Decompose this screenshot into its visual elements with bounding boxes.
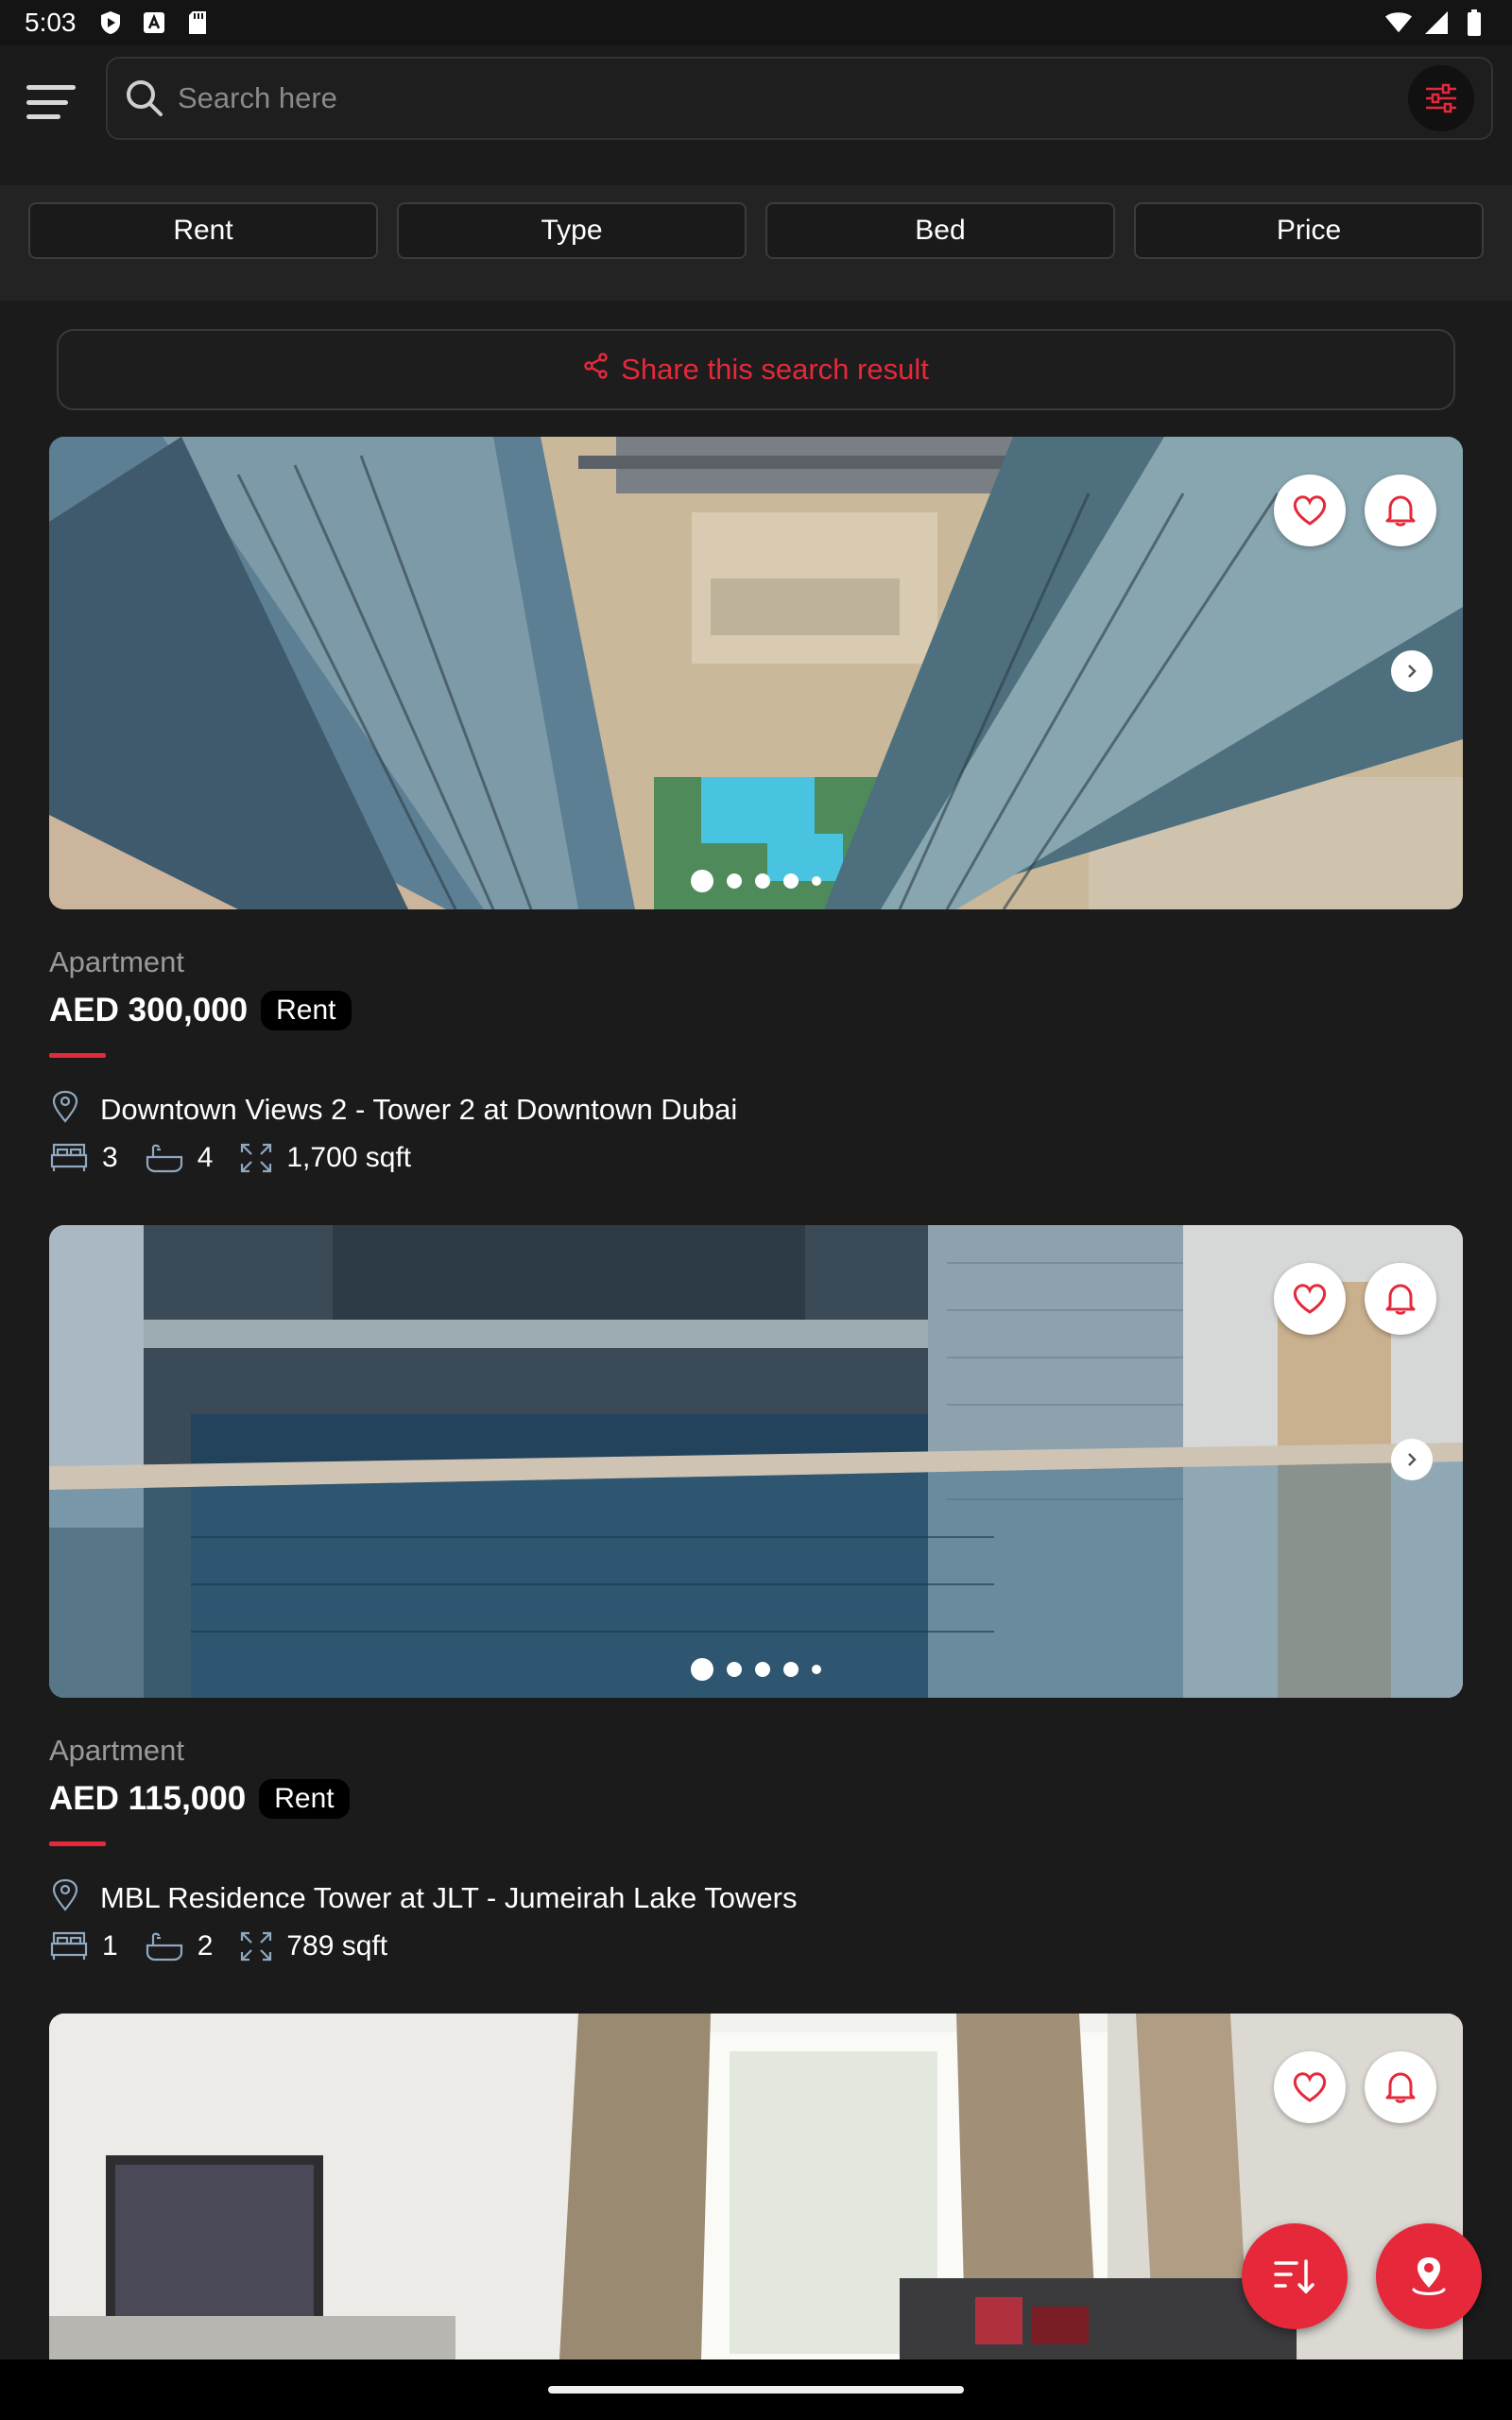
listing-card[interactable]: Apartment AED 115,000 Rent MBL Residence… <box>49 1225 1463 1962</box>
bell-icon <box>1385 495 1416 527</box>
sd-card-icon <box>184 9 211 36</box>
notification-icons <box>97 9 211 36</box>
heart-icon <box>1293 2072 1327 2102</box>
listing-badge: Rent <box>261 991 352 1030</box>
listing-photo[interactable] <box>49 1225 1463 1698</box>
bed-count: 1 <box>102 1930 118 1962</box>
sort-button[interactable] <box>1242 2223 1348 2329</box>
heart-icon <box>1293 1284 1327 1314</box>
share-icon <box>583 353 610 387</box>
shield-play-icon <box>97 9 124 36</box>
balcony-view-photo <box>49 1225 1463 1698</box>
search-bar[interactable] <box>106 57 1493 140</box>
bath-count: 2 <box>197 1930 214 1962</box>
next-photo-button[interactable] <box>1391 1439 1433 1480</box>
listing-card[interactable] <box>49 2014 1463 2360</box>
system-nav-bar <box>0 2360 1512 2420</box>
area-size: 1,700 sqft <box>286 1142 412 1173</box>
share-label: Share this search result <box>621 353 929 386</box>
alert-button[interactable] <box>1365 1263 1436 1335</box>
favorite-button[interactable] <box>1274 2051 1346 2123</box>
filter-chip-bar: Rent Type Bed Price <box>0 185 1512 301</box>
filter-sliders-icon[interactable] <box>1408 65 1474 131</box>
area-icon <box>241 1931 272 1962</box>
listing-card[interactable]: Apartment AED 300,000 Rent Downtown View… <box>49 437 1463 1174</box>
listing-photo[interactable] <box>49 2014 1463 2360</box>
favorite-button[interactable] <box>1274 475 1346 546</box>
location-pin-icon <box>49 1090 81 1129</box>
listing-badge: Rent <box>259 1779 350 1819</box>
bath-count: 4 <box>197 1142 214 1173</box>
living-room-photo <box>49 2014 1463 2360</box>
bed-icon <box>50 1931 88 1960</box>
filter-chip-bed[interactable]: Bed <box>765 202 1115 259</box>
bath-icon <box>146 1144 182 1173</box>
divider <box>49 1053 106 1058</box>
bath-icon <box>146 1932 182 1962</box>
bed-icon <box>50 1143 88 1171</box>
next-photo-button[interactable] <box>1391 650 1433 692</box>
map-view-button[interactable] <box>1376 2223 1482 2329</box>
menu-icon[interactable] <box>26 79 79 125</box>
heart-icon <box>1293 495 1327 526</box>
search-icon <box>123 77 166 120</box>
sort-icon <box>1274 2259 1314 2294</box>
listing-address: Downtown Views 2 - Tower 2 at Downtown D… <box>100 1092 738 1126</box>
status-time: 5:03 <box>25 8 77 37</box>
status-bar: 5:03 <box>0 0 1512 45</box>
listing-price: AED 115,000 <box>49 1780 247 1817</box>
area-icon <box>241 1143 272 1173</box>
signal-icon <box>1423 9 1450 36</box>
tower-aerial-photo <box>49 437 1463 909</box>
photo-indicator <box>49 1658 1463 1681</box>
listing-address: MBL Residence Tower at JLT - Jumeirah La… <box>100 1880 798 1914</box>
photo-indicator <box>49 870 1463 892</box>
system-status-icons <box>1385 9 1487 36</box>
property-type: Apartment <box>49 1734 185 1767</box>
alert-button[interactable] <box>1365 475 1436 546</box>
chevron-right-icon <box>1408 1453 1417 1466</box>
filter-chip-type[interactable]: Type <box>397 202 747 259</box>
location-pin-icon <box>49 1878 81 1917</box>
app-header <box>0 45 1512 185</box>
listing-price: AED 300,000 <box>49 992 249 1028</box>
area-size: 789 sqft <box>286 1930 388 1962</box>
wifi-icon <box>1385 9 1412 36</box>
favorite-button[interactable] <box>1274 1263 1346 1335</box>
bell-icon <box>1385 2072 1416 2103</box>
property-type: Apartment <box>49 945 185 978</box>
bell-icon <box>1385 1284 1416 1315</box>
home-gesture-bar[interactable] <box>548 2386 964 2394</box>
filter-chip-price[interactable]: Price <box>1134 202 1484 259</box>
share-search-button[interactable]: Share this search result <box>57 329 1455 410</box>
bed-count: 3 <box>102 1142 118 1173</box>
filter-chip-rent[interactable]: Rent <box>28 202 378 259</box>
battery-icon <box>1461 9 1487 36</box>
alert-button[interactable] <box>1365 2051 1436 2123</box>
map-pin-icon <box>1412 2257 1446 2295</box>
search-input[interactable] <box>178 81 1408 115</box>
font-a-icon <box>141 9 167 36</box>
listing-photo[interactable] <box>49 437 1463 909</box>
divider <box>49 1841 106 1846</box>
chevron-right-icon <box>1408 665 1417 678</box>
